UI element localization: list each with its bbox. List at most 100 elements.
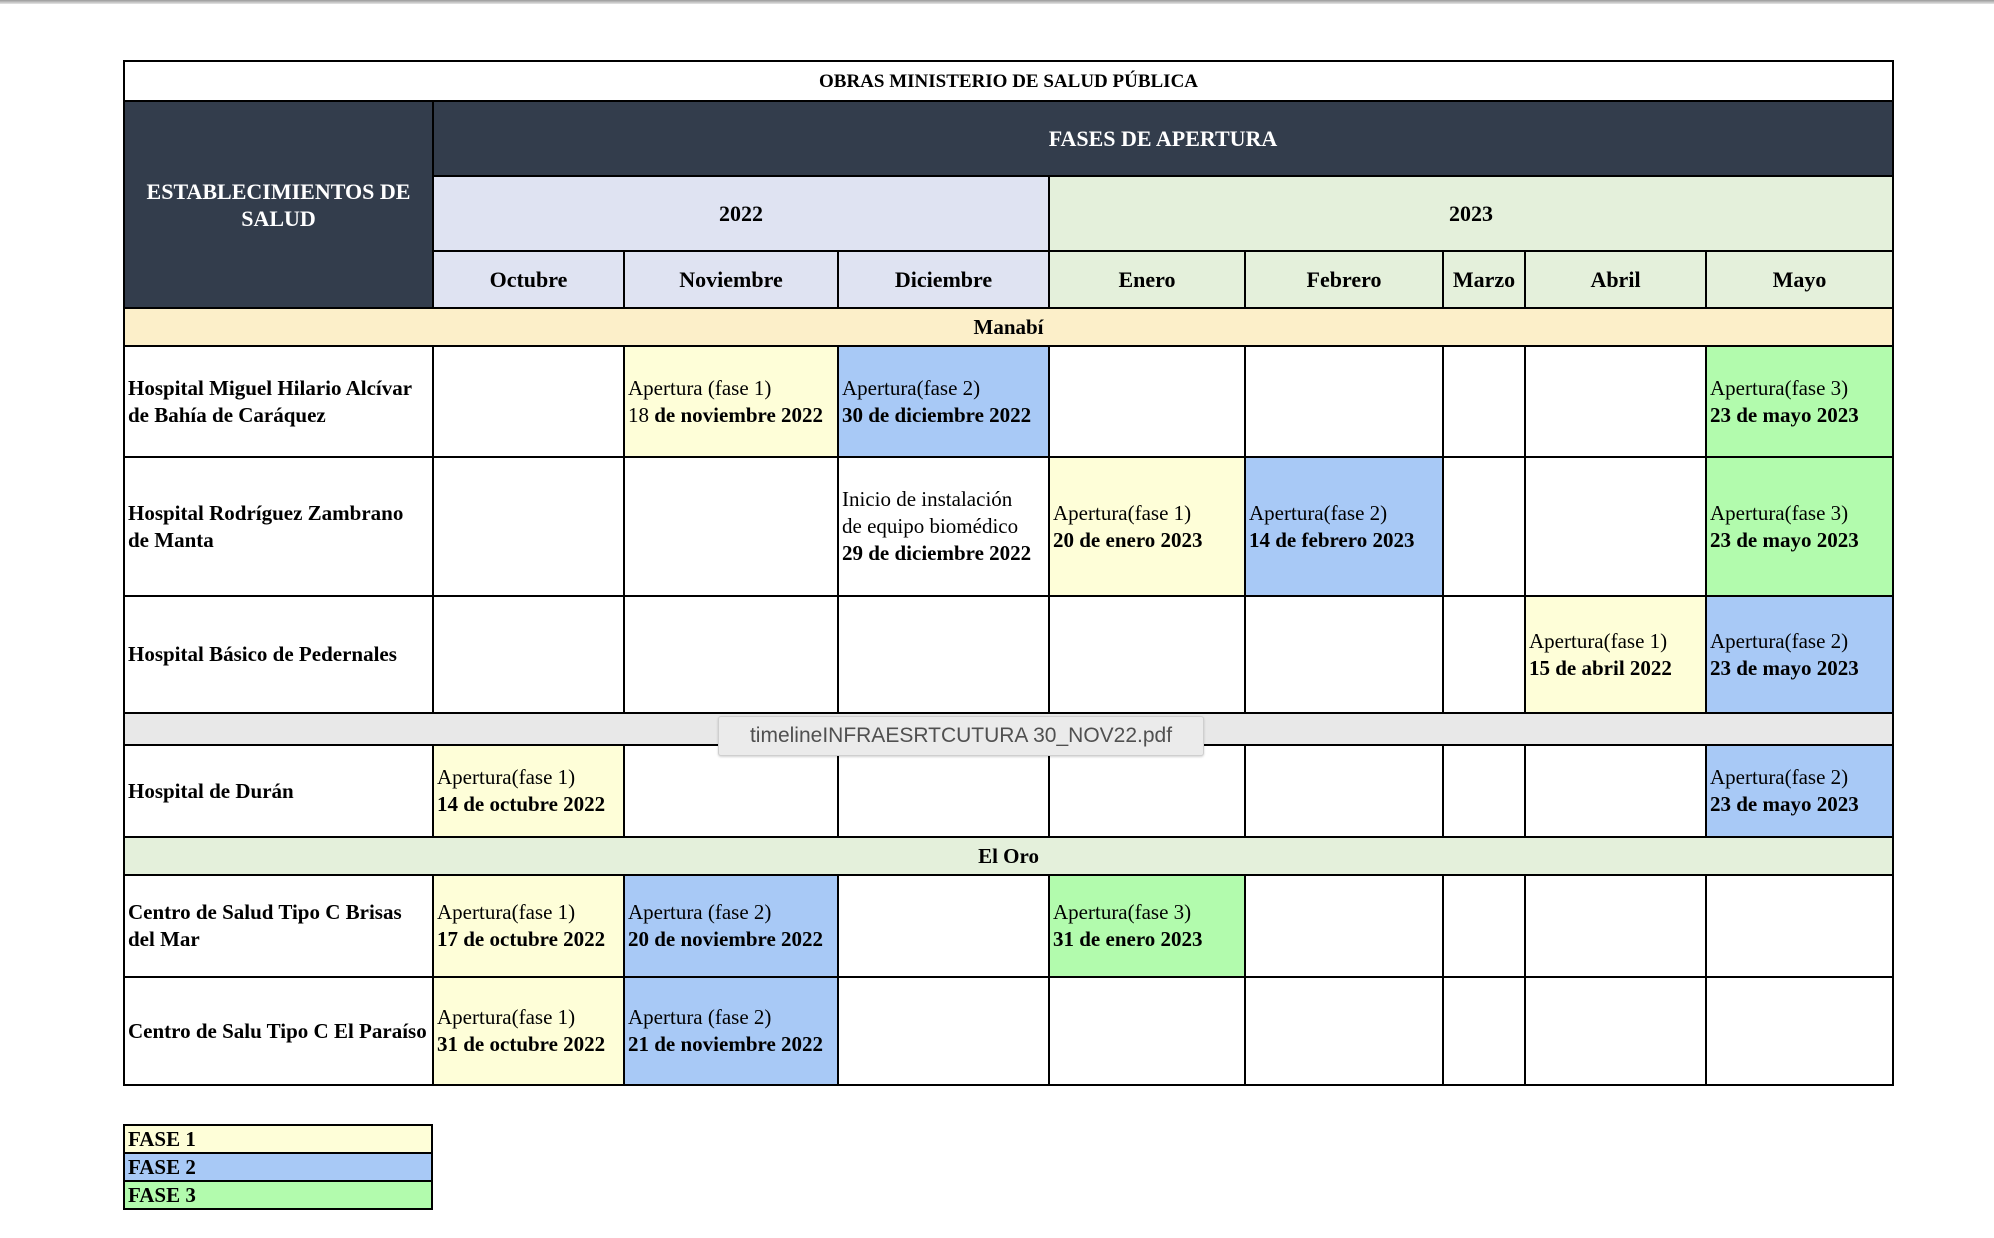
cell-noviembre — [623, 744, 839, 838]
cell-enero — [1048, 345, 1246, 458]
cell-event: Apertura (fase 1) — [628, 375, 772, 400]
cell-date: 31 de enero 2023 — [1053, 927, 1203, 951]
cell-diciembre: Apertura(fase 2) 30 de diciembre 2022 — [837, 345, 1050, 458]
cell-abril — [1524, 456, 1707, 597]
cell-febrero — [1244, 874, 1444, 978]
establishment-name: Hospital Miguel Hilario Alcívar de Bahía… — [123, 345, 434, 458]
cell-febrero: Apertura(fase 2) 14 de febrero 2023 — [1244, 456, 1444, 597]
cell-octubre — [432, 345, 625, 458]
cell-date: 31 de octubre 2022 — [437, 1032, 606, 1056]
month-enero: Enero — [1048, 250, 1246, 309]
cell-date: 21 de noviembre 2022 — [628, 1032, 824, 1056]
cell-event: Apertura(fase 2) — [1710, 765, 1849, 789]
table-row: Hospital de Durán Apertura(fase 1) 14 de… — [123, 744, 1895, 838]
cell-date: 17 de octubre 2022 — [437, 927, 606, 951]
month-octubre: Octubre — [432, 250, 625, 309]
cell-noviembre — [623, 595, 839, 714]
establishments-header: ESTABLECIMIENTOS DE SALUD — [123, 100, 434, 309]
cell-octubre — [432, 456, 625, 597]
cell-enero: Apertura(fase 1) 20 de enero 2023 — [1048, 456, 1246, 597]
cell-febrero — [1244, 976, 1444, 1086]
cell-abril: Apertura(fase 1) 15 de abril 2022 — [1524, 595, 1707, 714]
cell-mayo: Apertura(fase 3) 23 de mayo 2023 — [1704, 345, 1895, 458]
cell-event: Apertura(fase 1) — [437, 765, 576, 789]
table-row: Hospital Rodríguez Zambrano de Manta Ini… — [123, 456, 1895, 597]
cell-marzo — [1442, 345, 1526, 458]
cell-marzo — [1442, 595, 1526, 714]
filename-tooltip: timelineINFRAESRTCUTURA 30_NOV22.pdf — [718, 716, 1204, 756]
cell-abril — [1524, 744, 1707, 838]
cell-enero — [1048, 744, 1246, 838]
legend-fase-3: FASE 3 — [123, 1180, 433, 1210]
cell-diciembre — [837, 874, 1050, 978]
phases-header-row: ESTABLECIMIENTOS DE SALUD FASES DE APERT… — [123, 100, 1895, 309]
cell-octubre: Apertura(fase 1) 14 de octubre 2022 — [432, 744, 625, 838]
cell-event: Apertura (fase 2) — [628, 900, 772, 924]
month-febrero: Febrero — [1244, 250, 1444, 309]
cell-event: Apertura(fase 1) — [437, 900, 576, 924]
cell-diciembre — [837, 976, 1050, 1086]
legend-fase-1: FASE 1 — [123, 1124, 433, 1154]
year-2023: 2023 — [1047, 175, 1895, 252]
title-row: OBRAS MINISTERIO DE SALUD PÚBLICA — [122, 60, 1895, 102]
cell-event: Apertura(fase 2) — [842, 375, 981, 400]
establishment-name: Hospital Rodríguez Zambrano de Manta — [123, 456, 434, 597]
phases-header: FASES DE APERTURA — [431, 100, 1895, 177]
table-row: Centro de Salud Tipo C Brisas del Mar Ap… — [123, 874, 1895, 978]
cell-date: 23 de mayo 2023 — [1710, 655, 1859, 680]
cell-date: 15 de abril 2022 — [1529, 655, 1672, 680]
cell-event: Apertura (fase 2) — [628, 1005, 772, 1029]
cell-mayo — [1704, 976, 1895, 1086]
cell-event: Apertura(fase 3) — [1710, 500, 1849, 525]
document-title: OBRAS MINISTERIO DE SALUD PÚBLICA — [122, 60, 1895, 102]
cell-event: Apertura(fase 1) — [437, 1005, 576, 1029]
cell-date: 14 de octubre 2022 — [437, 792, 606, 816]
month-abril: Abril — [1524, 250, 1707, 309]
legend-fase-2: FASE 2 — [123, 1152, 433, 1182]
cell-octubre: Apertura(fase 1) 17 de octubre 2022 — [432, 874, 625, 978]
cell-enero — [1048, 976, 1246, 1086]
cell-diciembre — [837, 744, 1050, 838]
cell-febrero — [1244, 744, 1444, 838]
cell-octubre — [432, 595, 625, 714]
schedule-table: OBRAS MINISTERIO DE SALUD PÚBLICA ESTABL… — [122, 60, 1895, 1086]
cell-date: 23 de mayo 2023 — [1710, 527, 1859, 552]
cell-noviembre — [623, 456, 839, 597]
cell-abril — [1524, 345, 1707, 458]
table-row: Hospital Básico de Pedernales Apertura(f… — [123, 595, 1895, 714]
cell-abril — [1524, 874, 1707, 978]
cell-event: Apertura(fase 2) — [1710, 628, 1849, 653]
cell-octubre: Apertura(fase 1) 31 de octubre 2022 — [432, 976, 625, 1086]
region-row-el-oro: El Oro — [122, 836, 1895, 876]
cell-enero — [1048, 595, 1246, 714]
phase-legend: FASE 1 FASE 2 FASE 3 — [123, 1124, 433, 1210]
month-diciembre: Diciembre — [837, 250, 1050, 309]
cell-date-day: 18 — [628, 402, 655, 427]
month-mayo: Mayo — [1704, 250, 1895, 309]
cell-event: Apertura(fase 3) — [1053, 900, 1192, 924]
cell-febrero — [1244, 595, 1444, 714]
cell-date: 20 de noviembre 2022 — [628, 927, 824, 951]
cell-date: 23 de mayo 2023 — [1710, 402, 1859, 427]
window-top-edge — [0, 0, 1994, 4]
cell-diciembre: Inicio de instalación de equipo biomédic… — [837, 456, 1050, 597]
cell-abril — [1524, 976, 1707, 1086]
cell-noviembre: Apertura (fase 2) 21 de noviembre 2022 — [623, 976, 839, 1086]
cell-noviembre: Apertura (fase 2) 20 de noviembre 2022 — [623, 874, 839, 978]
region-manabi: Manabí — [122, 307, 1895, 347]
cell-event: Apertura(fase 1) — [1053, 500, 1192, 525]
cell-date: 20 de enero 2023 — [1053, 527, 1203, 552]
establishment-name: Centro de Salud Tipo C Brisas del Mar — [123, 874, 434, 978]
cell-marzo — [1442, 976, 1526, 1086]
cell-event: Apertura(fase 2) — [1249, 500, 1388, 525]
establishment-name: Hospital Básico de Pedernales — [123, 595, 434, 714]
cell-mayo: Apertura(fase 2) 23 de mayo 2023 — [1704, 595, 1895, 714]
cell-date: 30 de diciembre 2022 — [842, 402, 1032, 427]
cell-event: Inicio de instalación — [842, 487, 1013, 511]
cell-marzo — [1442, 456, 1526, 597]
cell-febrero — [1244, 345, 1444, 458]
cell-event: Apertura(fase 3) — [1710, 375, 1849, 400]
cell-diciembre — [837, 595, 1050, 714]
cell-marzo — [1442, 874, 1526, 978]
cell-enero: Apertura(fase 3) 31 de enero 2023 — [1048, 874, 1246, 978]
